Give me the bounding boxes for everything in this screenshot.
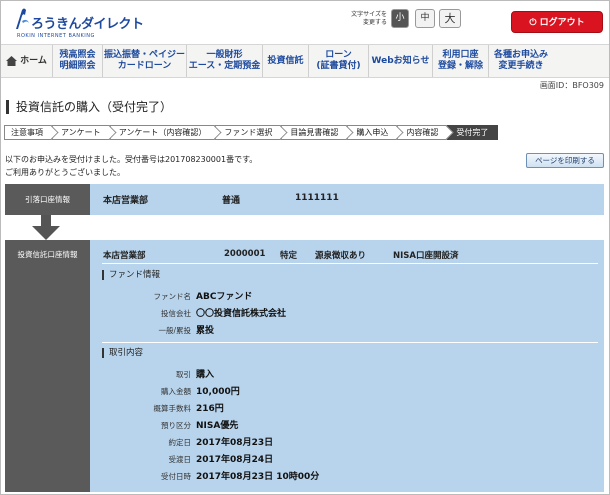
header: ろうきんダイレクト ROKIN INTERNET BANKING 文字サイズを … [1, 1, 609, 43]
nav-applications[interactable]: 各種お申込み 変更手続き [489, 45, 553, 77]
font-size-label: 文字サイズを 変更する [351, 11, 387, 26]
power-icon: ⏻ [529, 18, 540, 28]
investment-type-key: 一般/累投 [158, 326, 191, 335]
trust-account-panel: 投資信託口座情報 本店営業部 2000001 特定 源泉徴収あり NISA口座開… [5, 240, 604, 492]
arrow-down-icon [32, 215, 60, 240]
received-at-key: 受付日時 [161, 472, 191, 481]
withdrawal-account-label: 引落口座情報 [5, 184, 90, 215]
step-item: アンケート [52, 125, 110, 140]
nav-loan[interactable]: ローン (証書貸付) [309, 45, 369, 77]
step-item: 内容確認 [397, 125, 448, 140]
trust-company-value: 〇〇投資信託株式会社 [196, 309, 287, 319]
withdrawal-type: 普通 [222, 196, 241, 206]
trust-account-label: 投資信託口座情報 [5, 240, 90, 492]
step-item: アンケート（内容確認） [109, 125, 216, 140]
home-icon [6, 56, 18, 66]
progress-steps: 注意事項 アンケート アンケート（内容確認） ファンド選択 目論見書確認 購入申… [4, 125, 499, 140]
step-item: 注意事項 [4, 125, 52, 140]
logout-button[interactable]: ⏻ ログアウト [511, 11, 603, 33]
page-title: 投資信託の購入（受付完了） [6, 100, 172, 114]
nav-web-notice[interactable]: Webお知らせ [369, 45, 433, 77]
nav-transfer[interactable]: 振込振替・ペイジー カードローン [103, 45, 187, 77]
trust-branch: 本店営業部 [103, 251, 146, 261]
deposit-class-key: 預り区分 [161, 421, 191, 430]
font-size-large-button[interactable]: 大 [439, 9, 461, 28]
divider [102, 263, 598, 264]
trust-account-kind: 特定 [280, 251, 298, 261]
trade-info-title: 取引内容 [102, 348, 143, 358]
fund-name-value: ABCファンド [196, 292, 253, 302]
logo-text: ろうきんダイレクト [31, 17, 144, 32]
logo-mark-icon [16, 8, 29, 29]
withdrawal-number: 1111111 [295, 193, 339, 203]
purchase-amount-key: 購入金額 [161, 387, 191, 396]
step-item: ファンド選択 [215, 125, 282, 140]
divider [102, 342, 598, 343]
font-size-small-button[interactable]: 小 [391, 9, 409, 28]
step-item: 目論見書確認 [281, 125, 348, 140]
message-line-1: 以下のお申込みを受付けました。受付番号は201708230001番です。 [5, 155, 258, 164]
fund-name-key: ファンド名 [153, 292, 192, 301]
font-size-medium-button[interactable]: 中 [415, 9, 435, 28]
nav-home[interactable]: ホーム [1, 45, 53, 77]
trust-withholding: 源泉徴収あり [315, 251, 367, 261]
withdrawal-account-panel: 引落口座情報 本店営業部 普通 1111111 [5, 184, 604, 215]
investment-type-value: 累投 [196, 326, 215, 336]
message-line-2: ご利用ありがとうございました。 [5, 168, 125, 177]
nav-account-registration[interactable]: 利用口座 登録・解除 [433, 45, 489, 77]
received-at-value: 2017年08月23日 10時00分 [196, 472, 320, 482]
fee-value: 216円 [196, 404, 224, 414]
trust-company-key: 投信会社 [161, 309, 191, 318]
settlement-date-value: 2017年08月24日 [196, 455, 274, 465]
nav-investment-trust[interactable]: 投資信託 [263, 45, 309, 77]
global-nav: ホーム 残高照会 明細照会 振込振替・ペイジー カードローン 一般財形 エース・… [1, 44, 609, 78]
trade-value: 購入 [196, 370, 215, 380]
fee-key: 概算手数料 [153, 404, 192, 413]
print-page-button[interactable]: ページを印刷する [526, 153, 604, 168]
fund-info-title: ファンド情報 [102, 270, 160, 280]
step-item: 購入申込 [347, 125, 398, 140]
logo-subtext: ROKIN INTERNET BANKING [17, 33, 95, 39]
nav-balance-inquiry[interactable]: 残高照会 明細照会 [53, 45, 103, 77]
trade-key: 取引 [176, 370, 191, 379]
purchase-amount-value: 10,000円 [196, 387, 240, 397]
screen-id: 画面ID：BFO309 [539, 81, 604, 90]
trade-date-key: 約定日 [168, 438, 192, 447]
completion-message: 以下のお申込みを受付けました。受付番号は201708230001番です。 ご利用… [5, 153, 257, 179]
trust-nisa-status: NISA口座開設済 [393, 251, 459, 261]
deposit-class-value: NISA優先 [196, 421, 239, 431]
nav-savings[interactable]: 一般財形 エース・定期預金 [187, 45, 263, 77]
nav-home-label: ホーム [20, 55, 47, 66]
settlement-date-key: 受渡日 [168, 455, 192, 464]
logout-label: ログアウト [539, 18, 585, 28]
step-item-current: 受付完了 [447, 125, 499, 140]
trust-account-number: 2000001 [224, 249, 266, 259]
withdrawal-branch: 本店営業部 [103, 196, 149, 206]
trade-date-value: 2017年08月23日 [196, 438, 274, 448]
